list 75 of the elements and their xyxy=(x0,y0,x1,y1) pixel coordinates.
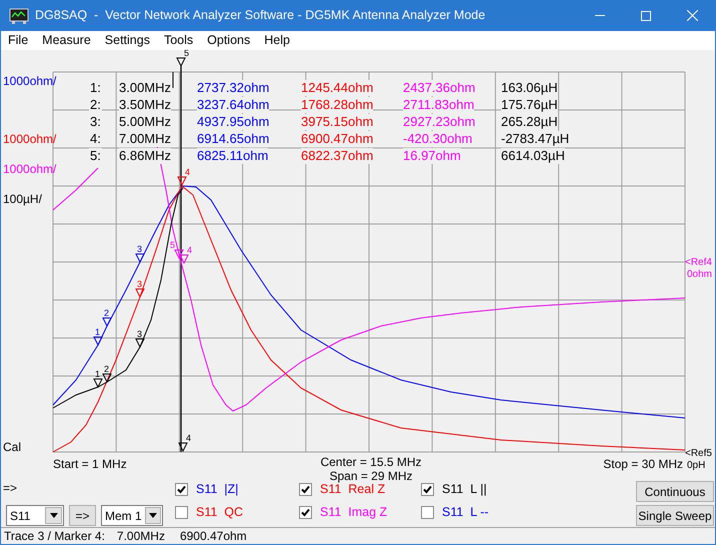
marker-value: 265.28µH xyxy=(501,114,558,130)
marker-value: 175.76µH xyxy=(501,97,558,113)
check-icon xyxy=(423,485,432,494)
marker-value: 3975.15ohm xyxy=(301,114,374,130)
marker-value: 1768.28ohm xyxy=(301,97,374,113)
marker-value: 2711.83ohm xyxy=(403,97,474,113)
checkbox[interactable] xyxy=(175,483,188,496)
app-icon xyxy=(9,8,29,24)
trace-label: S11 QC xyxy=(196,504,244,522)
start-label: Start = 1 MHz xyxy=(53,456,127,473)
check-icon xyxy=(301,508,310,517)
ref-label: <Ref4 xyxy=(685,257,712,269)
sweep-button[interactable]: Single Sweep xyxy=(636,505,714,526)
maximize-icon xyxy=(641,10,651,20)
status-value: 6900.47ohm xyxy=(180,528,247,544)
scale-label: 1000ohm/ xyxy=(3,131,56,148)
marker-value: 2737.32ohm xyxy=(197,80,270,96)
checkbox[interactable] xyxy=(299,483,312,496)
check-icon xyxy=(177,485,186,494)
dropdown[interactable]: S11 xyxy=(6,505,64,526)
trace-label: S11 L || xyxy=(442,481,487,498)
menu-item[interactable]: Measure xyxy=(35,31,98,50)
scale-label: 1000ohm/ xyxy=(3,161,56,178)
status-frequency: 7.00MHz xyxy=(116,528,165,544)
trace-label: S11 Imag Z xyxy=(320,504,388,522)
trace-label: S11 Real Z xyxy=(320,482,386,498)
close-icon xyxy=(686,10,698,21)
checkbox[interactable] xyxy=(299,506,312,519)
dropdown[interactable]: Mem 1 xyxy=(101,505,163,526)
marker-value: 6900.47ohm xyxy=(301,131,374,147)
menu-item[interactable]: Options xyxy=(200,31,258,50)
ref-value: 0ohm xyxy=(686,269,712,281)
caret-icon xyxy=(148,513,157,518)
menu-item[interactable]: File xyxy=(1,31,36,50)
center-label: Center = 15.5 MHz xyxy=(320,455,422,469)
marker-value: 4937.95ohm xyxy=(197,114,270,130)
trace-label: S11 |Z| xyxy=(196,481,238,498)
checkbox[interactable] xyxy=(175,506,188,519)
marker-index: 2: xyxy=(89,97,102,113)
checkbox[interactable] xyxy=(421,483,434,496)
marker-value: 6822.37ohm xyxy=(301,148,374,164)
marker-value: 2927.23ohm xyxy=(403,114,476,130)
span-label: Span = 29 MHz xyxy=(329,469,413,483)
marker-value: 1245.44ohm xyxy=(301,80,374,96)
marker-frequency: 6.86MHz xyxy=(119,148,172,164)
cal-label: Cal xyxy=(3,439,22,456)
trace-label: S11 L -- xyxy=(442,504,489,522)
marker-value: 6825.11ohm xyxy=(197,148,268,164)
check-icon xyxy=(301,485,310,494)
marker-value: 2437.36ohm xyxy=(403,80,476,96)
status-text: Trace 3 / Marker 4: xyxy=(4,528,105,544)
menu-item[interactable]: Help xyxy=(257,31,297,50)
marker-frequency: 3.50MHz xyxy=(119,97,172,113)
menu-item[interactable]: Settings xyxy=(98,31,157,50)
marker-value: 16.97ohm xyxy=(403,148,461,164)
ref-value: 0pH xyxy=(686,460,706,472)
sweep-button[interactable]: Continuous xyxy=(636,481,714,502)
caret-icon xyxy=(50,513,58,518)
arrow-label: => xyxy=(3,480,18,497)
minimize-icon xyxy=(595,15,605,16)
menu-item[interactable]: Tools xyxy=(156,31,200,50)
marker-value: 163.06µH xyxy=(501,80,558,96)
marker-value: 6614.03µH xyxy=(501,148,565,164)
window-title: DG8SAQ - Vector Network Analyzer Software - DG5MK Antenna Analyzer Mode xyxy=(35,7,486,24)
marker-value: -420.30ohm xyxy=(403,131,472,147)
marker-value: 3237.64ohm xyxy=(197,97,270,113)
stop-label: Stop = 30 MHz xyxy=(603,456,683,473)
marker-frequency: 7.00MHz xyxy=(119,131,172,147)
scale-label: 100µH/ xyxy=(3,191,42,208)
checkbox[interactable] xyxy=(421,506,434,519)
scale-label: 1000ohm/ xyxy=(3,73,56,90)
marker-value: -2783.47µH xyxy=(501,131,570,147)
ref-label: <Ref5 xyxy=(685,448,712,460)
marker-value: 6914.65ohm xyxy=(197,131,270,147)
copy-button[interactable]: => xyxy=(69,505,96,526)
